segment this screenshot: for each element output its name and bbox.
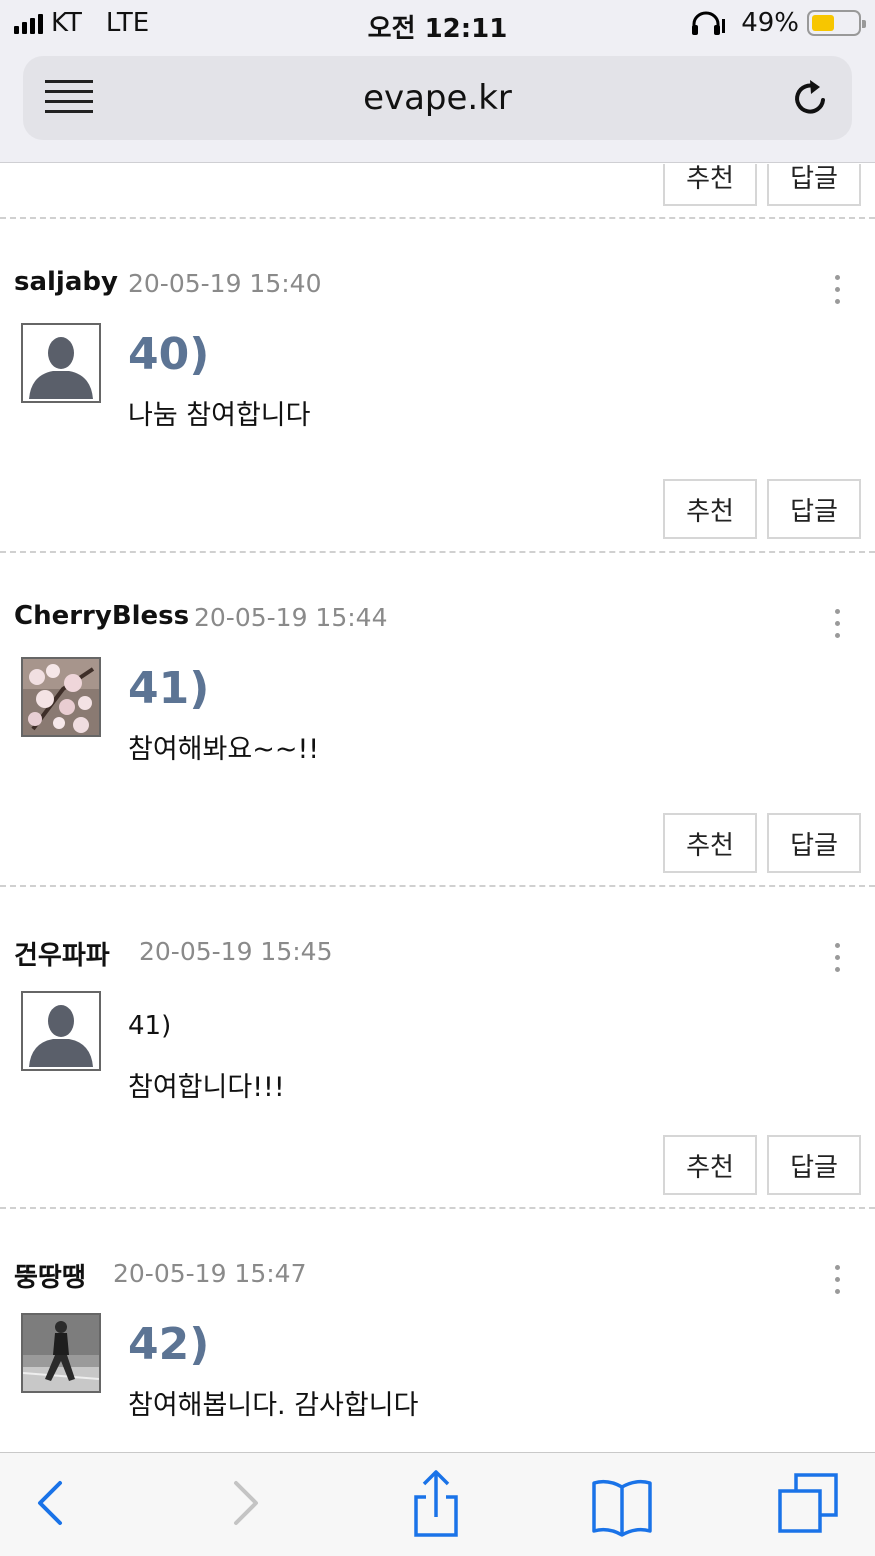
- comment-date: 20-05-19 15:45: [139, 937, 333, 966]
- comment-body: 참여해봅니다. 감사합니다: [128, 1390, 419, 1421]
- comment-item: 건우파파 20-05-19 15:45 41) 참여합니다!!! 추천 답글: [0, 887, 875, 1221]
- share-icon[interactable]: [404, 1469, 468, 1539]
- comment-author[interactable]: CherryBless: [14, 601, 189, 631]
- recommend-button[interactable]: 추천: [663, 813, 757, 873]
- more-options-icon[interactable]: [830, 1265, 844, 1297]
- comment-author[interactable]: saljaby: [14, 267, 118, 297]
- comment-list: 추천 답글 saljaby 20-05-19 15:40 40) 나눔 참여합니…: [0, 164, 875, 1452]
- recommend-button[interactable]: 추천: [663, 1135, 757, 1195]
- default-person-icon: [21, 991, 101, 1071]
- comment-item: 뚱땅땡 20-05-19 15:47 42) 참여해봅니다. 감사합니다: [0, 1209, 875, 1452]
- comment-date: 20-05-19 15:40: [128, 269, 322, 298]
- tabs-icon[interactable]: [776, 1469, 840, 1539]
- cherry-blossom-photo: [21, 657, 101, 737]
- reply-button[interactable]: 답글: [767, 479, 861, 539]
- comment-item: CherryBless 20-05-19 15:44 41) 참여해봐요~~!!…: [0, 553, 875, 887]
- browser-header: evape.kr: [0, 48, 875, 163]
- comment-body: 참여해봐요~~!!: [128, 734, 320, 765]
- battery-fill: [812, 15, 834, 31]
- comment-date: 20-05-19 15:44: [194, 603, 388, 632]
- comment-body: 나눔 참여합니다: [128, 400, 311, 431]
- person-photo: [21, 1313, 101, 1393]
- comment-author[interactable]: 뚱땅땡: [14, 1257, 86, 1294]
- reply-button[interactable]: 답글: [767, 813, 861, 873]
- reload-icon[interactable]: [790, 76, 832, 120]
- status-right: 49%: [691, 8, 866, 38]
- recommend-button[interactable]: 추천: [663, 164, 757, 206]
- more-options-icon[interactable]: [830, 275, 844, 307]
- more-options-icon[interactable]: [830, 609, 844, 641]
- default-person-icon: [21, 323, 101, 403]
- comment-date: 20-05-19 15:47: [113, 1259, 307, 1288]
- status-bar: KT LTE 오전 12:11 49%: [0, 0, 875, 48]
- url-text[interactable]: evape.kr: [23, 78, 852, 118]
- more-options-icon[interactable]: [830, 943, 844, 975]
- comment-number: 41): [128, 663, 210, 714]
- comment-body: 참여합니다!!!: [128, 1072, 285, 1103]
- reply-button[interactable]: 답글: [767, 164, 861, 206]
- comment-number: 40): [128, 329, 210, 380]
- back-icon[interactable]: [20, 1469, 84, 1539]
- comment-author[interactable]: 건우파파: [14, 935, 110, 972]
- forward-icon[interactable]: [212, 1469, 276, 1539]
- comment-number: 42): [128, 1319, 210, 1370]
- recommend-button[interactable]: 추천: [663, 479, 757, 539]
- headphone-icon: [692, 11, 726, 35]
- comment-number: 41): [128, 1011, 172, 1041]
- previous-comment-actions: 추천 답글: [0, 164, 875, 219]
- bookmarks-icon[interactable]: [590, 1469, 654, 1539]
- comment-item: saljaby 20-05-19 15:40 40) 나눔 참여합니다 추천 답…: [0, 219, 875, 553]
- reply-button[interactable]: 답글: [767, 1135, 861, 1195]
- battery-icon: [807, 10, 866, 36]
- battery-percent: 49%: [741, 8, 799, 38]
- address-bar[interactable]: evape.kr: [23, 56, 852, 140]
- browser-toolbar: [0, 1452, 875, 1556]
